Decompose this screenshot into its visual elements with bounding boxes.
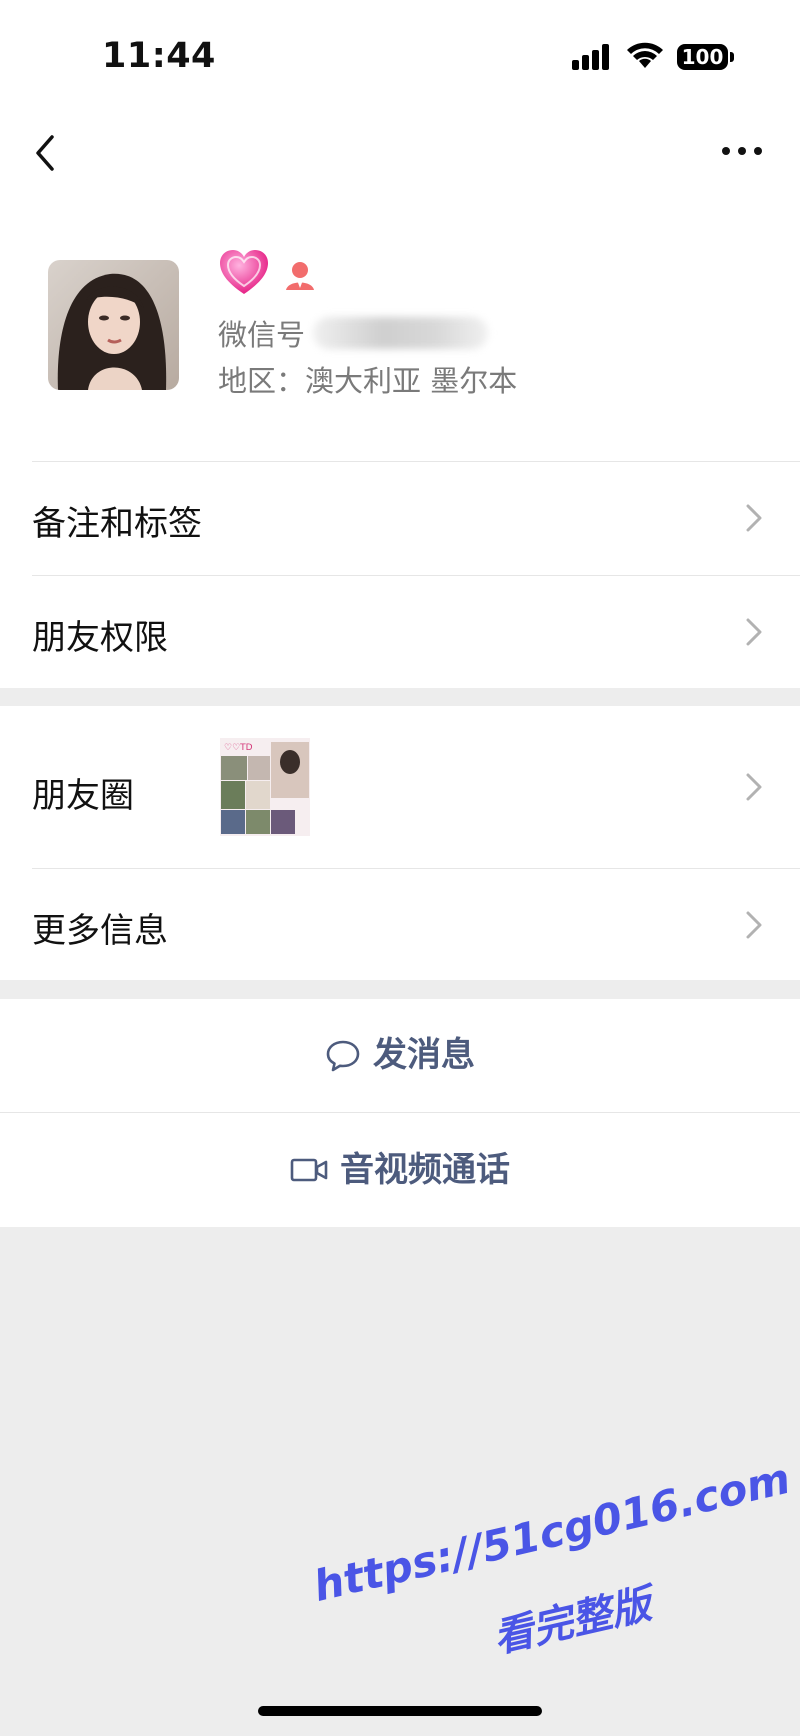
- heart-emoji-icon: [220, 250, 268, 294]
- more-info-row[interactable]: 更多信息: [0, 869, 800, 980]
- status-bar: 11:44 100: [0, 0, 800, 110]
- region-text: 地区：澳大利亚 墨尔本: [218, 364, 518, 398]
- signal-icon: [572, 44, 609, 70]
- video-call-label: 音视频通话: [340, 1150, 510, 1190]
- friend-permissions-row[interactable]: 朋友权限: [0, 576, 800, 688]
- home-indicator[interactable]: [258, 1706, 542, 1716]
- friend-permissions-label: 朋友权限: [32, 618, 168, 658]
- moments-label: 朋友圈: [32, 776, 134, 816]
- watermark-text: 看完整版: [489, 1581, 656, 1663]
- avatar[interactable]: [48, 260, 179, 390]
- chat-bubble-icon: [326, 1040, 360, 1071]
- send-message-button[interactable]: 发消息: [0, 999, 800, 1112]
- remarks-tags-row[interactable]: 备注和标签: [0, 462, 800, 575]
- chevron-right-icon: [746, 504, 762, 532]
- back-icon[interactable]: [30, 133, 60, 173]
- remarks-tags-label: 备注和标签: [32, 504, 202, 544]
- chevron-right-icon: [746, 773, 762, 801]
- moments-thumbnail[interactable]: ♡♡TD: [220, 738, 310, 836]
- battery-indicator: 100: [677, 44, 728, 70]
- chevron-right-icon: [746, 911, 762, 939]
- watermark-url: https://51cg016.com: [308, 1453, 795, 1611]
- battery-tip: [730, 52, 734, 62]
- more-options-icon[interactable]: [720, 143, 764, 159]
- video-call-button[interactable]: 音视频通话: [0, 1113, 800, 1227]
- send-message-label: 发消息: [373, 1035, 475, 1075]
- wechat-id-value-blurred: [313, 317, 488, 349]
- moments-row[interactable]: 朋友圈: [0, 706, 800, 868]
- svg-text:♡♡TD: ♡♡TD: [224, 743, 253, 753]
- more-info-label: 更多信息: [32, 911, 168, 951]
- wifi-icon: [627, 42, 663, 68]
- wechat-id-label: 微信号: [218, 318, 306, 352]
- status-time: 11:44: [102, 36, 216, 76]
- female-gender-icon: [286, 262, 314, 290]
- chevron-right-icon: [746, 618, 762, 646]
- video-camera-icon: [290, 1158, 328, 1182]
